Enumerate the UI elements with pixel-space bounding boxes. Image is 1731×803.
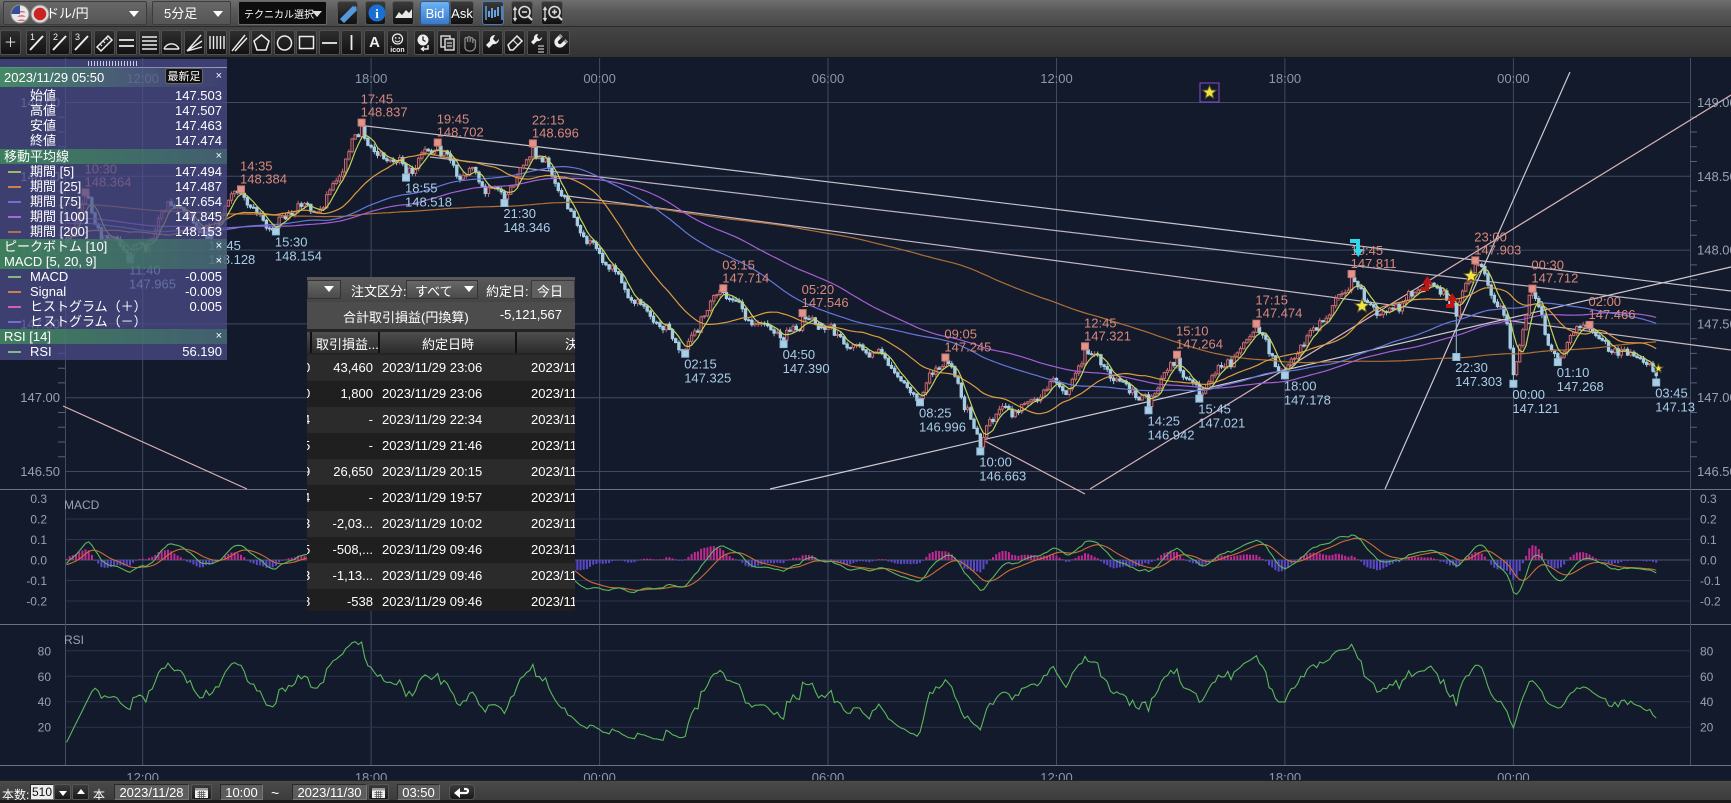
svg-text:147.811: 147.811 [1351,256,1397,271]
svg-text:0.1: 0.1 [30,533,47,547]
svg-text:06:00: 06:00 [812,71,845,86]
svg-text:1: 1 [30,32,35,42]
svg-text:147.245: 147.245 [944,340,991,355]
svg-text:10:00: 10:00 [979,454,1012,469]
svg-text:15:45: 15:45 [1198,402,1231,417]
svg-text:147.00: 147.00 [1697,390,1731,405]
svg-text:-0.2: -0.2 [26,595,47,609]
svg-text:147.466: 147.466 [1589,307,1636,322]
svg-text:147.00: 147.00 [20,390,60,405]
svg-text:80: 80 [38,644,52,658]
svg-text:i: i [375,6,379,21]
svg-text:20: 20 [1700,721,1714,735]
svg-text:0.3: 0.3 [1700,492,1717,506]
svg-text:-0.1: -0.1 [26,574,47,588]
svg-text:60: 60 [38,670,52,684]
svg-text:15:30: 15:30 [275,234,308,249]
svg-text:3: 3 [75,32,80,42]
svg-text:-0.1: -0.1 [1700,574,1721,588]
svg-text:icon: icon [390,47,404,54]
svg-text:12:00: 12:00 [126,770,159,780]
svg-text:148.837: 148.837 [361,105,408,120]
svg-text:20: 20 [38,721,52,735]
svg-text:147.264: 147.264 [1176,337,1223,352]
svg-text:147.268: 147.268 [1557,379,1604,394]
svg-text:147.321: 147.321 [1084,328,1131,343]
svg-text:0.2: 0.2 [30,513,47,527]
svg-text:146.50: 146.50 [1697,464,1731,479]
svg-text:147.474: 147.474 [1255,306,1302,321]
svg-text:148.702: 148.702 [437,125,484,140]
svg-text:147.903: 147.903 [1474,242,1521,257]
svg-text:00:00: 00:00 [1497,770,1530,780]
svg-text:146.663: 146.663 [979,468,1026,483]
svg-text:0.1: 0.1 [1700,533,1717,547]
svg-text:146.942: 146.942 [1148,427,1195,442]
svg-text:0.3: 0.3 [30,492,47,506]
svg-text:22:30: 22:30 [1455,360,1488,375]
svg-text:2: 2 [53,32,58,42]
svg-text:147.714: 147.714 [722,270,769,285]
svg-text:08:25: 08:25 [919,405,952,420]
svg-text:60: 60 [1700,670,1714,684]
svg-text:18:00: 18:00 [1269,770,1302,780]
svg-text:147.303: 147.303 [1455,374,1502,389]
svg-text:03:45: 03:45 [1655,386,1688,401]
svg-text:00:00: 00:00 [583,71,616,86]
svg-text:18:00: 18:00 [355,770,388,780]
svg-text:01:10: 01:10 [1557,365,1590,380]
svg-text:148.00: 148.00 [1697,243,1731,258]
svg-text:12:00: 12:00 [1040,71,1073,86]
svg-text:0.0: 0.0 [30,554,47,568]
svg-text:146.50: 146.50 [20,464,60,479]
svg-text:147.178: 147.178 [1284,392,1331,407]
svg-text:147.712: 147.712 [1531,271,1578,286]
svg-text:06:00: 06:00 [812,770,845,780]
svg-text:0.2: 0.2 [1700,513,1717,527]
svg-text:147.121: 147.121 [1512,401,1559,416]
svg-text:148.696: 148.696 [532,125,579,140]
svg-text:146.996: 146.996 [919,419,966,434]
svg-text:21:30: 21:30 [503,206,536,221]
svg-text:18:00: 18:00 [355,71,388,86]
svg-text:RSI: RSI [64,633,84,647]
svg-text:40: 40 [38,695,52,709]
svg-text:148.50: 148.50 [1697,169,1731,184]
svg-text:148.346: 148.346 [503,220,550,235]
svg-text:147.50: 147.50 [1697,316,1731,331]
svg-text:12:00: 12:00 [1040,770,1073,780]
svg-text:00:00: 00:00 [583,770,616,780]
svg-text:147.021: 147.021 [1198,416,1245,431]
svg-text:147.546: 147.546 [802,295,849,310]
svg-text:147.13: 147.13 [1655,400,1695,415]
svg-text:147.325: 147.325 [684,371,731,386]
svg-text:147.390: 147.390 [783,361,830,376]
svg-text:18:00: 18:00 [1269,71,1302,86]
svg-text:MACD: MACD [64,498,100,512]
svg-text:148.154: 148.154 [275,248,322,263]
svg-text:80: 80 [1700,644,1714,658]
svg-text:148.384: 148.384 [240,171,287,186]
svg-text:00:00: 00:00 [1512,387,1545,402]
svg-text:149.00: 149.00 [1697,95,1731,110]
svg-text:40: 40 [1700,695,1714,709]
svg-text:14:25: 14:25 [1148,413,1181,428]
svg-text:04:50: 04:50 [783,347,816,362]
svg-text:18:00: 18:00 [1284,378,1317,393]
svg-text:148.518: 148.518 [405,195,452,210]
svg-text:00:00: 00:00 [1497,71,1530,86]
svg-text:18:55: 18:55 [405,181,438,196]
svg-text:02:15: 02:15 [684,357,717,372]
svg-text:-0.2: -0.2 [1700,595,1721,609]
svg-text:0.0: 0.0 [1700,554,1717,568]
